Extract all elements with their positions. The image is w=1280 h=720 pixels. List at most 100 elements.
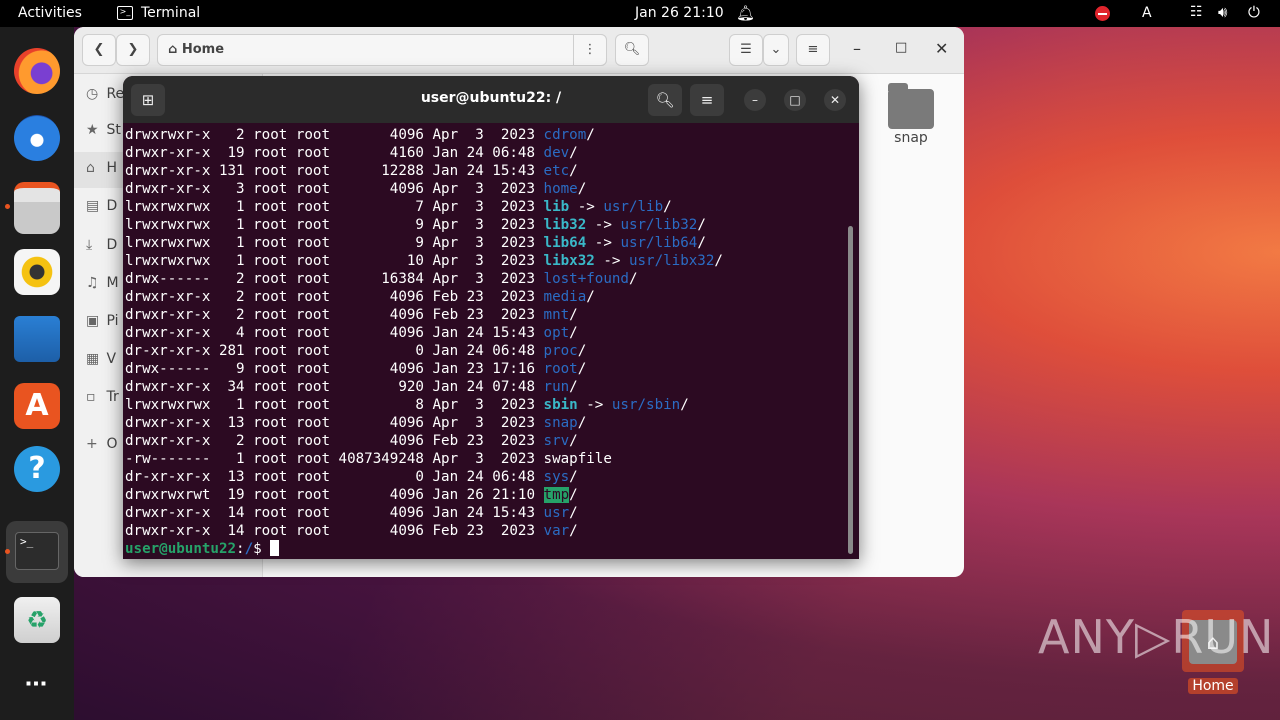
rhythmbox-icon[interactable]	[14, 249, 60, 295]
sidebar-item-label: V	[106, 351, 117, 367]
sidebar-item[interactable]: ★ St	[86, 122, 121, 142]
power-icon[interactable]: ⏻	[1248, 3, 1260, 21]
app-menu[interactable]: >_ Terminal	[117, 5, 200, 21]
file-metadata: drwxr-xr-x 2 root root 4096 Feb 23 2023	[125, 289, 544, 305]
file-metadata: drwx------ 9 root root 4096 Jan 23 17:16	[125, 361, 544, 377]
close-button[interactable]: ✕	[824, 89, 846, 111]
menu-button[interactable]: ≡	[690, 84, 724, 116]
star-icon: ★	[86, 122, 99, 138]
prompt-symbol: $	[253, 541, 271, 557]
file-suffix: /	[569, 469, 578, 485]
do-not-disturb-icon[interactable]	[1095, 6, 1110, 21]
file-suffix: /	[569, 487, 578, 503]
file-suffix: /	[569, 379, 578, 395]
volume-icon[interactable]: 🔊︎	[1218, 3, 1227, 21]
sidebar-item[interactable]: ▦ V	[86, 351, 116, 371]
terminal-dock-icon[interactable]: >_	[6, 521, 68, 583]
file-metadata: drwxr-xr-x 131 root root 12288 Jan 24 15…	[125, 163, 544, 179]
link-target: usr/libx32	[628, 253, 715, 269]
sidebar-item-label: H	[106, 160, 117, 176]
file-name: usr	[543, 505, 570, 521]
maximize-button[interactable]: □	[784, 89, 806, 111]
main-menu-button[interactable]: ≡	[796, 34, 830, 66]
thunderbird-icon[interactable]	[14, 115, 60, 161]
minimize-button[interactable]: –	[744, 89, 766, 111]
sidebar-item[interactable]: ▣ Pi	[86, 313, 118, 333]
file-metadata: drwxr-xr-x 3 root root 4096 Apr 3 2023	[125, 181, 544, 197]
folder-icon[interactable]	[888, 83, 934, 129]
home-icon: ⌂	[168, 42, 178, 57]
minimize-button[interactable]: –	[853, 39, 861, 58]
home-icon: ⌂	[86, 160, 95, 176]
terminal-output[interactable]: drwxrwxr-x 2 root root 4096 Apr 3 2023 c…	[125, 126, 845, 558]
maximize-button[interactable]: □	[895, 40, 907, 55]
terminal-headerbar: ⊞ user@ubuntu22: / 🔍︎ ≡ – □ ✕	[123, 76, 859, 123]
scrollbar[interactable]	[848, 226, 853, 554]
help-icon[interactable]: ?	[14, 446, 60, 492]
sidebar-item[interactable]: ◷ Re	[86, 86, 124, 106]
sidebar-item-label: O	[106, 436, 118, 452]
terminal-window[interactable]: ⊞ user@ubuntu22: / 🔍︎ ≡ – □ ✕ drwxrwxr-x…	[123, 76, 859, 559]
location-menu-button[interactable]: ⋮	[573, 34, 607, 66]
terminal-line: lrwxrwxrwx 1 root root 8 Apr 3 2023 sbin…	[125, 396, 845, 414]
view-list-button[interactable]: ☰	[729, 34, 763, 66]
view-options-button[interactable]: ⌄	[763, 34, 789, 66]
clock[interactable]: Jan 26 21:10	[635, 5, 724, 21]
file-name: run	[543, 379, 570, 395]
file-metadata: lrwxrwxrwx 1 root root 7 Apr 3 2023	[125, 199, 544, 215]
firefox-icon[interactable]	[14, 48, 60, 94]
ubuntu-software-icon[interactable]: A	[14, 383, 60, 429]
file-name: proc	[543, 343, 578, 359]
plus-icon: +	[86, 436, 98, 452]
file-name: snap	[543, 415, 578, 431]
downloads-icon: ⤓	[86, 237, 93, 253]
libreoffice-writer-icon[interactable]	[14, 316, 60, 362]
activities-button[interactable]: Activities	[18, 5, 82, 21]
folder-label[interactable]: snap	[886, 130, 936, 146]
sidebar-item[interactable]: ⤓ D	[86, 237, 117, 257]
trash-icon[interactable]: ♻	[14, 597, 60, 643]
prompt-line[interactable]: user@ubuntu22:/$	[125, 540, 845, 558]
sidebar-item[interactable]: + O	[86, 436, 117, 456]
terminal-line: drwxr-xr-x 2 root root 4096 Feb 23 2023 …	[125, 288, 845, 306]
location-label: Home	[181, 42, 225, 57]
files-header: ❮ ❯ ⌂ Home ⋮ 🔍︎ ☰ ⌄ ≡ – □ ✕	[74, 27, 964, 74]
file-metadata: drwx------ 2 root root 16384 Apr 3 2023	[125, 271, 544, 287]
location-bar[interactable]: ⌂ Home	[157, 34, 607, 66]
terminal-line: drwxr-xr-x 2 root root 4096 Feb 23 2023 …	[125, 432, 845, 450]
sidebar-item[interactable]: ▤ D	[86, 198, 117, 218]
file-name: home	[543, 181, 578, 197]
sidebar-item-label: D	[106, 237, 118, 253]
file-suffix: /	[569, 325, 578, 341]
search-button[interactable]: 🔍︎	[615, 34, 649, 66]
terminal-line: drwxr-xr-x 34 root root 920 Jan 24 07:48…	[125, 378, 845, 396]
file-suffix: /	[628, 271, 638, 287]
file-suffix: /	[577, 415, 587, 431]
file-suffix: /	[569, 307, 578, 323]
show-applications-icon[interactable]: ⬝⬝⬝	[14, 659, 60, 705]
search-button[interactable]: 🔍︎	[648, 84, 682, 116]
top-bar: Activities >_ Terminal Jan 26 21:10 🔔︎ A…	[0, 0, 1280, 27]
file-metadata: drwxr-xr-x 2 root root 4096 Feb 23 2023	[125, 433, 544, 449]
terminal-line: lrwxrwxrwx 1 root root 10 Apr 3 2023 lib…	[125, 252, 845, 270]
link-target: usr/lib64	[620, 235, 698, 251]
forward-button[interactable]: ❯	[116, 34, 150, 66]
sidebar-item[interactable]: ♫ M	[86, 275, 119, 295]
bell-icon[interactable]: 🔔︎	[736, 4, 755, 22]
link-target: usr/lib	[603, 199, 664, 215]
running-indicator	[5, 204, 10, 209]
file-suffix: /	[569, 433, 578, 449]
file-metadata: drwxr-xr-x 2 root root 4096 Feb 23 2023	[125, 307, 544, 323]
files-icon[interactable]	[14, 182, 60, 234]
sidebar-item[interactable]: ▫ Tr	[86, 389, 119, 409]
sidebar-item[interactable]: ⌂ H	[86, 160, 117, 180]
file-suffix: /	[697, 217, 706, 233]
network-icon[interactable]: ☷	[1190, 4, 1203, 20]
terminal-line: drwxr-xr-x 19 root root 4160 Jan 24 06:4…	[125, 144, 845, 162]
keyboard-layout-indicator[interactable]: A	[1142, 5, 1152, 21]
file-name: mnt	[543, 307, 570, 323]
back-button[interactable]: ❮	[82, 34, 116, 66]
desktop-home-label[interactable]: Home	[1188, 678, 1238, 694]
close-button[interactable]: ✕	[935, 39, 948, 58]
file-name: sbin	[543, 397, 578, 413]
